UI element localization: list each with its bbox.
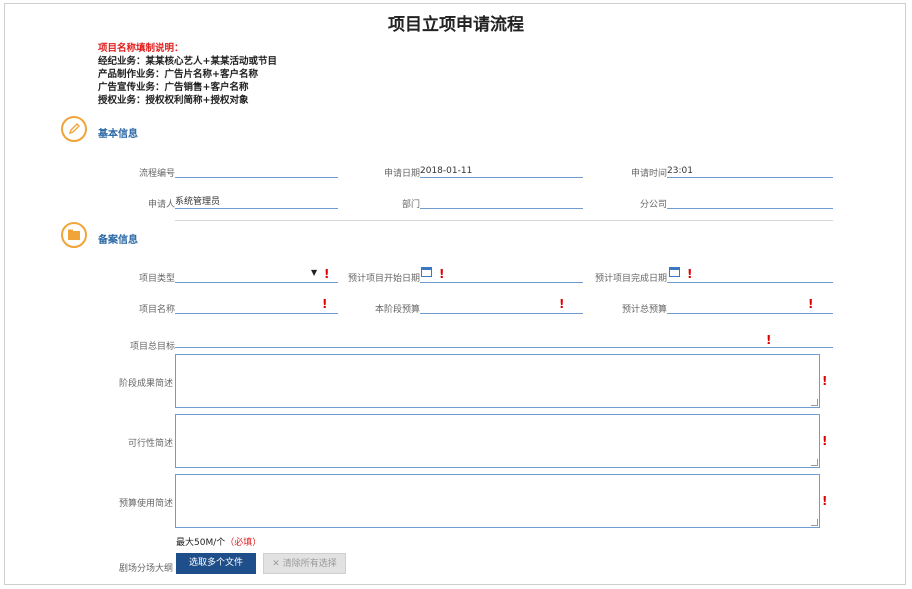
required-mark: !	[822, 494, 828, 508]
required-mark: !	[822, 434, 828, 448]
applicant-label: 申请人	[147, 200, 175, 210]
total-budget-label: 预计总预算	[621, 305, 667, 315]
notes-heading: 项目名称填制说明：	[98, 43, 184, 54]
stage-budget-label: 本阶段预算	[374, 305, 420, 315]
dept-label: 部门	[401, 200, 420, 210]
required-mark: !	[687, 267, 693, 281]
page-title: 项目立项申请流程	[388, 15, 524, 35]
required-mark: !	[439, 267, 445, 281]
calendar-icon[interactable]	[669, 267, 680, 277]
section-divider	[175, 220, 833, 221]
calendar-icon[interactable]	[421, 267, 432, 277]
apply-date-field[interactable]: 2018-01-11	[420, 164, 583, 178]
close-icon: ✕	[272, 559, 280, 569]
project-goal-label: 项目总目标	[129, 342, 175, 352]
select-files-button[interactable]: 选取多个文件	[176, 553, 256, 574]
clear-selection-label: 清除所有选择	[282, 559, 337, 569]
required-mark: !	[766, 333, 772, 347]
flow-no-label: 流程编号	[138, 169, 175, 179]
resize-handle[interactable]	[811, 519, 818, 526]
required-mark: !	[559, 297, 565, 311]
project-name-field[interactable]	[175, 300, 338, 314]
upload-required-note: （必填）	[225, 538, 262, 548]
notes-line: 经纪业务：某某核心艺人+某某活动或节目	[98, 56, 277, 67]
required-mark: !	[324, 267, 330, 281]
notes-line: 广告宣传业务：广告销售+客户名称	[98, 82, 249, 93]
stage-desc-label: 阶段成果简述	[119, 379, 174, 389]
upload-size-hint: 最大50M/个	[176, 538, 226, 548]
required-mark: !	[822, 374, 828, 388]
folder-icon	[61, 222, 87, 248]
apply-time-field[interactable]: 23:01	[667, 164, 833, 178]
budget-use-textarea[interactable]	[175, 474, 820, 528]
chevron-down-icon[interactable]: ▼	[311, 268, 317, 277]
budget-use-label: 预算使用简述	[119, 499, 174, 509]
stage-desc-textarea[interactable]	[175, 354, 820, 408]
project-name-label: 项目名称	[138, 305, 175, 315]
clear-selection-button[interactable]: ✕ 清除所有选择	[263, 553, 346, 574]
feasibility-textarea[interactable]	[175, 414, 820, 468]
end-date-label: 预计项目完成日期	[594, 274, 667, 284]
project-goal-field[interactable]	[175, 334, 833, 348]
notes-line: 产品制作业务：广告片名称+客户名称	[98, 69, 258, 80]
applicant-field[interactable]: 系统管理员	[175, 195, 338, 209]
basic-info-title: 基本信息	[98, 129, 138, 140]
dept-field[interactable]	[420, 195, 583, 209]
naming-notes: 项目名称填制说明： 经纪业务：某某核心艺人+某某活动或节目 产品制作业务：广告片…	[98, 42, 277, 107]
branch-label: 分公司	[639, 200, 667, 210]
start-date-label: 预计项目开始日期	[347, 274, 420, 284]
project-type-label: 项目类型	[138, 274, 175, 284]
feasibility-label: 可行性简述	[128, 439, 174, 449]
notes-line: 授权业务：授权权利简称+授权对象	[98, 95, 249, 106]
required-mark: !	[322, 297, 328, 311]
upload-label: 剧场分场大纲	[119, 564, 174, 574]
required-mark: !	[808, 297, 814, 311]
apply-date-label: 申请日期	[383, 169, 420, 179]
upload-hint: 最大50M/个（必填）	[176, 535, 261, 548]
resize-handle[interactable]	[811, 399, 818, 406]
apply-time-label: 申请时间	[630, 169, 667, 179]
branch-field[interactable]	[667, 195, 833, 209]
record-info-title: 备案信息	[98, 235, 138, 246]
resize-handle[interactable]	[811, 459, 818, 466]
flow-no-field[interactable]	[175, 164, 338, 178]
pencil-icon	[61, 116, 87, 142]
